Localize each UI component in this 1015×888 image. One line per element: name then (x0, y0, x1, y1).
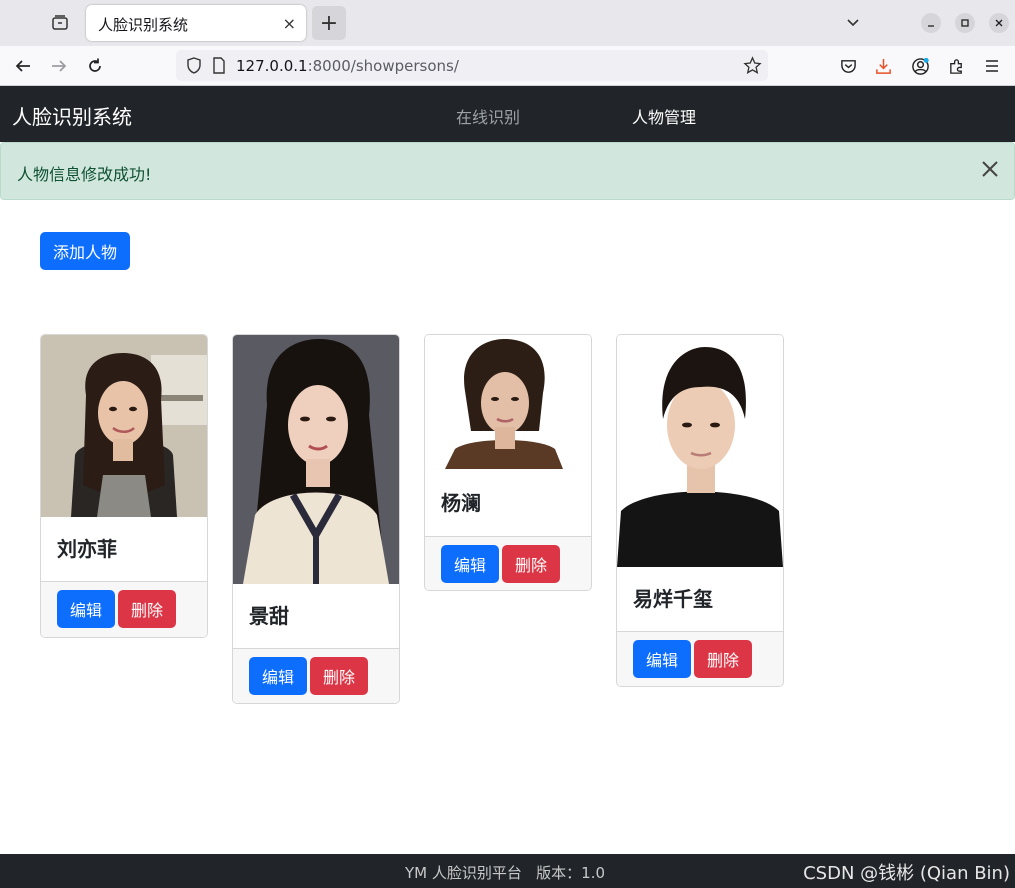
tab-close-icon[interactable]: × (283, 14, 296, 33)
delete-button[interactable]: 删除 (310, 657, 368, 695)
person-photo (41, 335, 207, 517)
url-path: :8000/showpersons/ (307, 57, 459, 75)
csdn-watermark: CSDN @钱彬 (Qian Bin) (803, 863, 1010, 884)
download-icon[interactable] (872, 55, 894, 77)
delete-button[interactable]: 删除 (118, 590, 176, 628)
person-name: 易烊千玺 (633, 587, 713, 611)
success-alert: 人物信息修改成功! (0, 142, 1015, 200)
nav-link-person-management[interactable]: 人物管理 (632, 104, 696, 128)
card-footer: 编辑 删除 (233, 648, 399, 703)
pocket-icon[interactable] (837, 55, 859, 77)
browser-toolbar: 127.0.0.1:8000/showpersons/ (0, 46, 1015, 86)
bookmark-star-icon[interactable] (743, 56, 762, 79)
back-icon[interactable] (12, 55, 34, 77)
new-tab-button[interactable]: + (312, 6, 346, 40)
page-icon (212, 57, 226, 78)
edit-button[interactable]: 编辑 (249, 657, 307, 695)
edit-button[interactable]: 编辑 (441, 545, 499, 583)
card-footer: 编辑 删除 (425, 536, 591, 590)
person-name: 刘亦菲 (57, 537, 117, 561)
alert-message: 人物信息修改成功! (17, 165, 152, 184)
person-name: 景甜 (249, 604, 289, 628)
person-card: 刘亦菲 编辑 删除 (40, 334, 208, 638)
page-footer: YM 人脸识别平台 版本：1.0 CSDN @钱彬 (Qian Bin) (0, 854, 1015, 888)
close-window-icon[interactable] (989, 13, 1009, 33)
browser-tab-bar: 人脸识别系统 × + (0, 0, 1015, 46)
nav-link-online-recognition[interactable]: 在线识别 (456, 104, 520, 128)
browser-tab-active[interactable]: 人脸识别系统 × (86, 5, 306, 41)
person-card: 易烊千玺 编辑 删除 (616, 334, 784, 687)
person-photo (617, 335, 783, 567)
edit-button[interactable]: 编辑 (633, 640, 691, 678)
maximize-icon[interactable] (955, 13, 975, 33)
add-person-button[interactable]: 添加人物 (40, 232, 130, 270)
reload-icon[interactable] (84, 55, 106, 77)
close-icon[interactable] (978, 157, 1002, 181)
address-bar[interactable]: 127.0.0.1:8000/showpersons/ (176, 50, 768, 81)
footer-version-text: YM 人脸识别平台 版本：1.0 (405, 864, 606, 882)
menu-icon[interactable] (981, 55, 1003, 77)
delete-button[interactable]: 删除 (502, 545, 560, 583)
edit-button[interactable]: 编辑 (57, 590, 115, 628)
person-card: 景甜 编辑 删除 (232, 334, 400, 704)
card-footer: 编辑 删除 (617, 631, 783, 686)
delete-button[interactable]: 删除 (694, 640, 752, 678)
extensions-icon[interactable] (945, 55, 967, 77)
list-tabs-icon[interactable] (843, 12, 863, 32)
person-name: 杨澜 (441, 491, 481, 515)
navbar-brand[interactable]: 人脸识别系统 (12, 101, 132, 130)
shield-icon[interactable] (186, 57, 202, 78)
tab-overview-icon[interactable] (46, 9, 74, 37)
url-host: 127.0.0.1 (236, 57, 308, 75)
card-footer: 编辑 删除 (41, 581, 207, 637)
account-icon[interactable] (909, 55, 931, 77)
person-card: 杨澜 编辑 删除 (424, 334, 592, 591)
forward-icon[interactable] (48, 55, 70, 77)
app-navbar: 人脸识别系统 在线识别 人物管理 (0, 86, 1015, 142)
person-photo (233, 335, 399, 584)
url-text[interactable]: 127.0.0.1:8000/showpersons/ (236, 57, 459, 75)
person-photo (425, 335, 591, 469)
tab-title: 人脸识别系统 (98, 16, 189, 34)
minimize-icon[interactable] (921, 13, 941, 33)
